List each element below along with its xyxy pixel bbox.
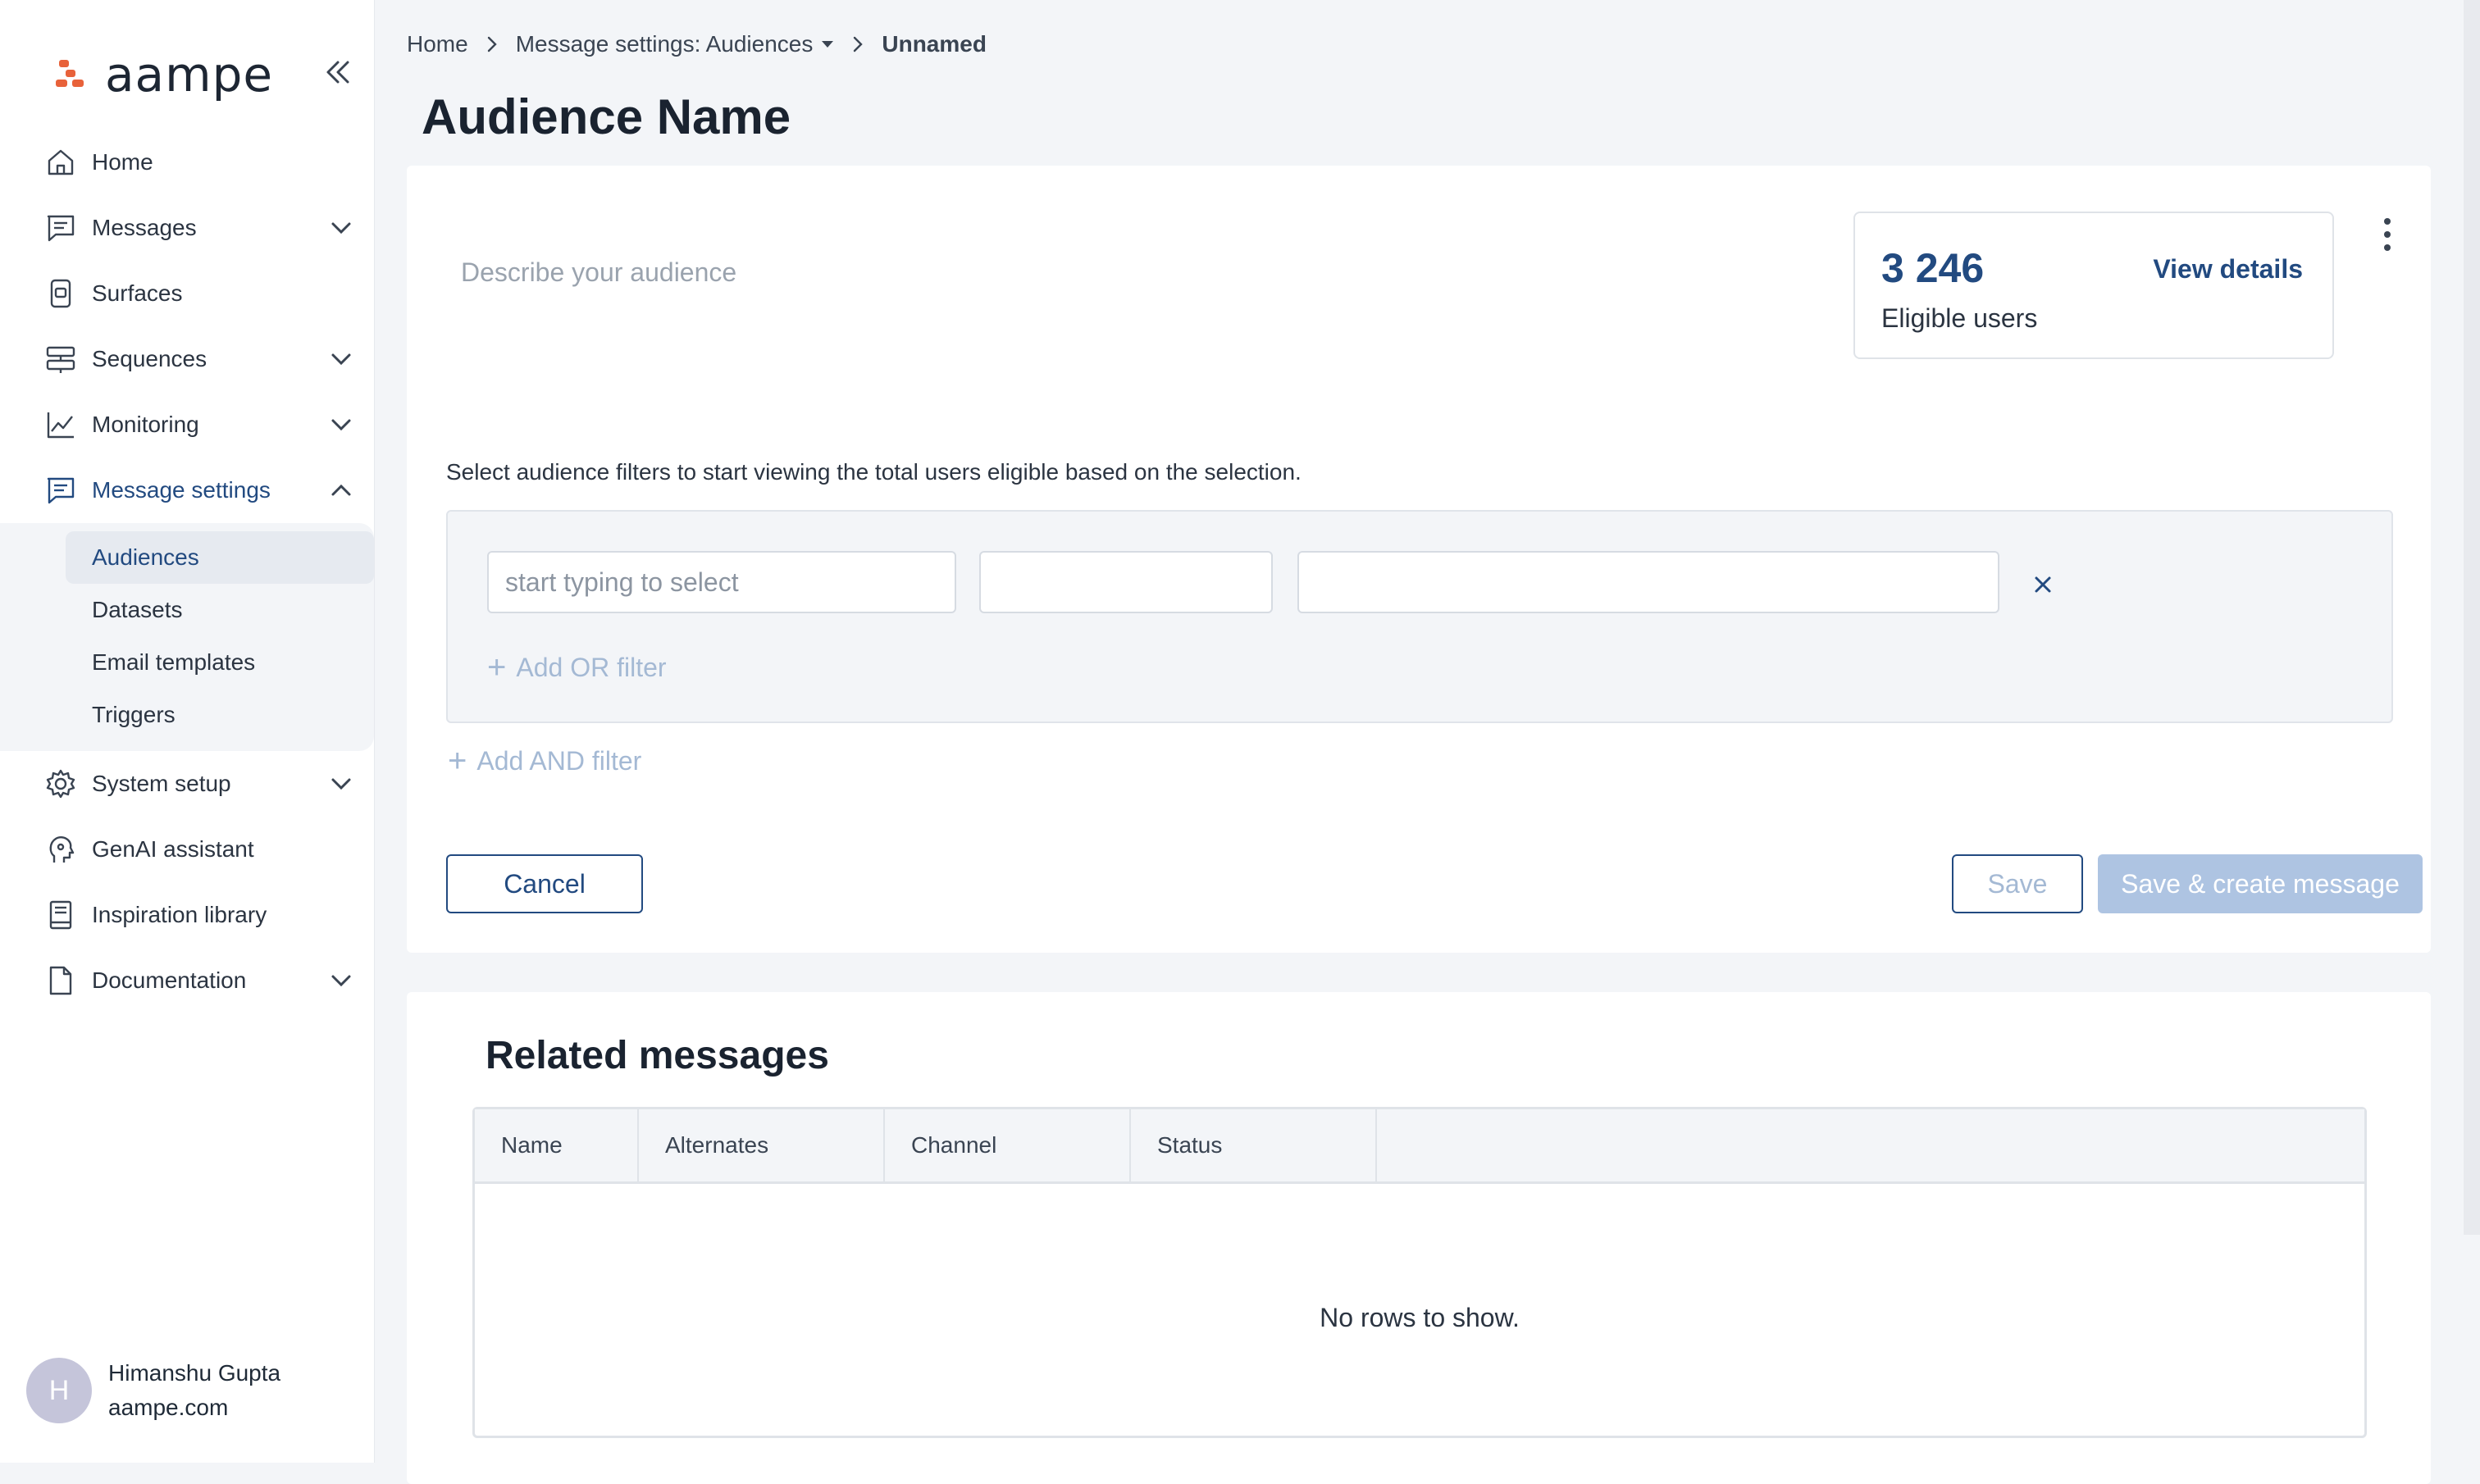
user-profile[interactable]: H Himanshu Gupta aampe.com (26, 1356, 280, 1425)
sidebar-item-label: Messages (92, 215, 197, 240)
chevron-down-icon (331, 419, 351, 431)
logo-text: aampe (105, 47, 274, 102)
sidebar-item-label: Message settings (92, 477, 271, 503)
scrollbar[interactable] (2464, 0, 2480, 1235)
table-header: Name Alternates Channel Status (475, 1109, 2364, 1184)
eligible-users-card: 3 246 Eligible users View details (1853, 212, 2334, 359)
phone-icon (50, 279, 71, 308)
breadcrumb-parent[interactable]: Message settings: Audiences (516, 31, 814, 57)
sidebar-item-home[interactable]: Home (0, 130, 374, 195)
chevron-down-icon (331, 778, 351, 790)
document-icon (49, 966, 72, 995)
message-settings-icon (47, 477, 75, 504)
sidebar-item-genai-assistant[interactable]: GenAI assistant (0, 817, 374, 882)
sidebar-subitem-triggers[interactable]: Triggers (66, 689, 374, 741)
sidebar-item-label: Surfaces (92, 280, 183, 306)
sidebar-item-label: System setup (92, 771, 231, 796)
sidebar-subitem-audiences[interactable]: Audiences (66, 531, 374, 584)
gear-icon (46, 769, 75, 799)
add-or-filter-label: Add OR filter (516, 652, 667, 682)
add-and-filter-button[interactable]: + Add AND filter (448, 744, 641, 777)
filter-value-input[interactable] (1297, 551, 1999, 613)
message-icon (47, 215, 75, 242)
sidebar-item-messages[interactable]: Messages (0, 195, 374, 261)
remove-filter-icon[interactable] (2031, 572, 2055, 597)
add-and-filter-label: Add AND filter (476, 745, 642, 776)
aampe-logo-icon (52, 57, 89, 93)
more-options-icon[interactable] (2375, 215, 2400, 254)
filter-hint: Select audience filters to start viewing… (446, 459, 1302, 485)
chart-line-icon (47, 412, 74, 439)
avatar: H (26, 1358, 92, 1423)
chevron-up-icon (331, 484, 351, 496)
save-create-message-button[interactable]: Save & create message (2098, 854, 2423, 913)
sidebar-item-label: Inspiration library (92, 902, 267, 927)
audience-description-input[interactable]: Describe your audience (461, 257, 736, 288)
empty-table-message: No rows to show. (1320, 1303, 1520, 1332)
chevron-down-icon (331, 222, 351, 234)
sidebar: aampe Home Messages Surfaces Sequences M… (0, 0, 375, 1463)
sidebar-item-label: Sequences (92, 346, 207, 371)
chevron-right-icon (854, 36, 864, 52)
related-messages-table: Name Alternates Channel Status No rows t… (472, 1107, 2367, 1438)
breadcrumb: Home Message settings: Audiences Unnamed (407, 31, 987, 57)
sequence-icon (46, 346, 75, 373)
sidebar-subitem-email-templates[interactable]: Email templates (66, 636, 374, 689)
sidebar-item-surfaces[interactable]: Surfaces (0, 261, 374, 326)
sidebar-item-message-settings[interactable]: Message settings (0, 457, 374, 523)
main-content: Home Message settings: Audiences Unnamed… (374, 0, 2480, 1484)
eligible-users-count: 3 246 (1881, 245, 1985, 291)
breadcrumb-home[interactable]: Home (407, 31, 468, 57)
sidebar-item-inspiration-library[interactable]: Inspiration library (0, 882, 374, 948)
collapse-sidebar-icon[interactable] (321, 56, 354, 89)
sidebar-item-label: Home (92, 149, 153, 175)
caret-down-icon[interactable] (821, 39, 834, 49)
book-icon (49, 900, 72, 930)
ai-head-icon (49, 836, 75, 863)
breadcrumb-current: Unnamed (882, 31, 987, 57)
sidebar-item-monitoring[interactable]: Monitoring (0, 392, 374, 457)
sidebar-item-label: Monitoring (92, 412, 199, 437)
filter-group: + Add OR filter (446, 510, 2393, 723)
filter-operator-input[interactable] (979, 551, 1273, 613)
cancel-button[interactable]: Cancel (446, 854, 643, 913)
user-org: aampe.com (108, 1395, 229, 1420)
view-details-link[interactable]: View details (2153, 254, 2303, 285)
chevron-down-icon (331, 353, 351, 366)
audience-card: Describe your audience 3 246 Eligible us… (407, 166, 2431, 953)
sidebar-item-label: GenAI assistant (92, 836, 254, 862)
save-button[interactable]: Save (1952, 854, 2083, 913)
sidebar-subitem-datasets[interactable]: Datasets (66, 584, 374, 636)
user-name: Himanshu Gupta (108, 1360, 281, 1386)
sidebar-item-system-setup[interactable]: System setup (0, 751, 374, 817)
add-or-filter-button[interactable]: + Add OR filter (487, 651, 667, 684)
column-header-alternates[interactable]: Alternates (639, 1109, 885, 1181)
home-icon (48, 149, 74, 175)
related-messages-card: Related messages Name Alternates Channel… (407, 992, 2431, 1484)
chevron-down-icon (331, 975, 351, 987)
sidebar-item-sequences[interactable]: Sequences (0, 326, 374, 392)
related-messages-title: Related messages (486, 1034, 829, 1077)
column-header-channel[interactable]: Channel (885, 1109, 1131, 1181)
sidebar-item-label: Documentation (92, 967, 247, 993)
eligible-users-label: Eligible users (1881, 303, 2038, 333)
page-title[interactable]: Audience Name (422, 89, 791, 145)
logo[interactable]: aampe (52, 46, 273, 103)
message-settings-submenu: Audiences Datasets Email templates Trigg… (0, 523, 374, 751)
plus-icon: + (448, 743, 467, 779)
sidebar-item-documentation[interactable]: Documentation (0, 948, 374, 1013)
sidebar-nav: Home Messages Surfaces Sequences Monitor… (0, 130, 374, 1013)
column-header-name[interactable]: Name (475, 1109, 639, 1181)
filter-field-input[interactable] (487, 551, 956, 613)
column-header-status[interactable]: Status (1131, 1109, 1377, 1181)
chevron-right-icon (487, 36, 497, 52)
plus-icon: + (487, 649, 507, 685)
